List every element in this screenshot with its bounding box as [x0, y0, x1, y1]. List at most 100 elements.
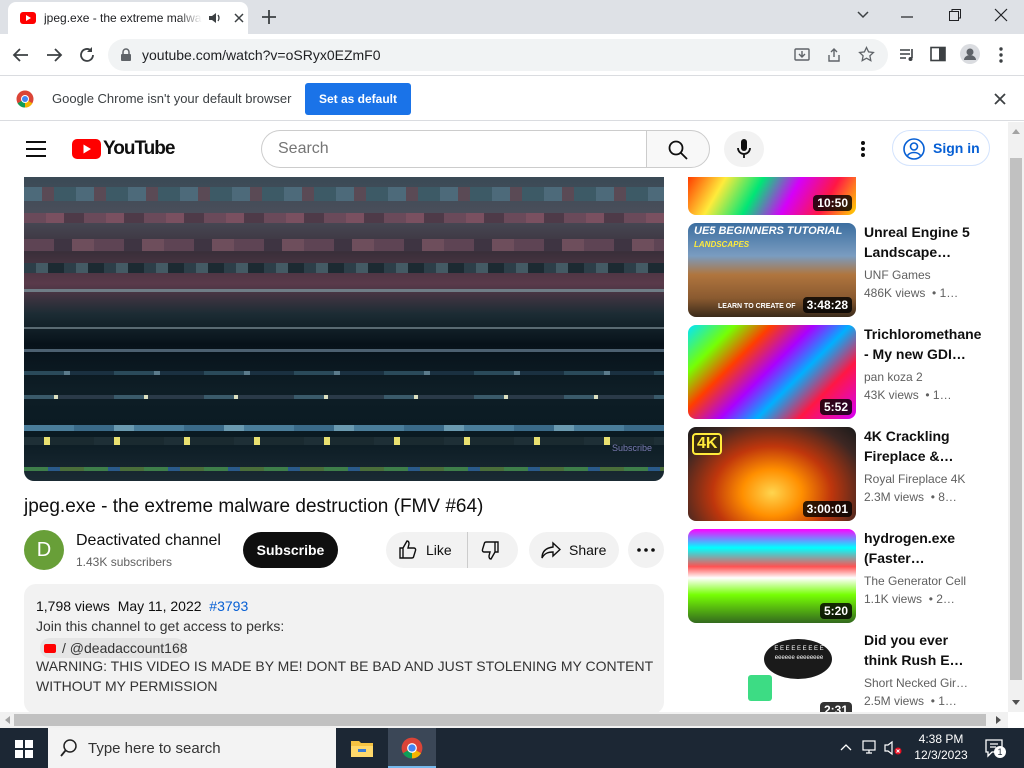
share-arrow-icon: [541, 540, 561, 560]
recommended-channel[interactable]: Royal Fireplace 4K: [864, 472, 965, 486]
channel-avatar[interactable]: D: [24, 530, 64, 570]
sign-in-button[interactable]: Sign in: [892, 130, 990, 166]
voice-search-button[interactable]: [724, 131, 764, 167]
recommended-thumbnail[interactable]: E E E E E E E E E eeeeee eeeeeeee 2:31: [688, 631, 856, 712]
forward-button[interactable]: [45, 46, 63, 64]
recommended-meta: 486K views • 1…: [864, 286, 959, 300]
taskbar-search-box[interactable]: Type here to search: [48, 728, 336, 768]
hamburger-menu-icon[interactable]: [26, 141, 46, 157]
system-clock[interactable]: 4:38 PM 12/3/2023: [906, 731, 976, 763]
recommended-thumbnail[interactable]: 5:52: [688, 325, 856, 419]
recommended-thumbnail[interactable]: 4K 3:00:01: [688, 427, 856, 521]
description-line: WITHOUT MY PERMISSION: [36, 678, 218, 694]
chrome-logo-icon: [16, 90, 34, 108]
video-player[interactable]: Subscribe: [24, 177, 664, 481]
bookmark-star-icon[interactable]: [858, 46, 875, 63]
tab-title: jpeg.exe - the extreme malware destructi…: [44, 11, 202, 25]
taskbar-search-placeholder: Type here to search: [88, 740, 221, 757]
channel-handle-link[interactable]: / @deadaccount168: [62, 640, 188, 656]
youtube-header: YouTube Search Sign in: [0, 122, 1008, 176]
recommended-title[interactable]: Did you ever think Rush E…: [864, 630, 974, 670]
infobar-close-icon[interactable]: [994, 93, 1006, 105]
video-overlay-subscribe: Subscribe: [612, 443, 653, 453]
profile-avatar-icon[interactable]: [960, 44, 980, 64]
minimize-button[interactable]: [900, 10, 914, 24]
address-bar[interactable]: youtube.com/watch?v=oSRyx0EZmF0: [108, 39, 888, 71]
video-duration: 10:50: [813, 195, 852, 211]
video-duration: 5:20: [819, 603, 852, 619]
install-app-icon[interactable]: [794, 47, 810, 63]
subscribe-button[interactable]: Subscribe: [243, 532, 338, 568]
windows-taskbar: Type here to search 4:38 PM 12/3/2023 1: [0, 728, 1024, 768]
notification-badge: 1: [994, 746, 1006, 758]
like-button[interactable]: Like: [386, 532, 468, 568]
windows-start-icon[interactable]: [15, 740, 33, 758]
recommended-channel[interactable]: UNF Games: [864, 268, 931, 282]
volume-muted-icon[interactable]: [884, 740, 902, 756]
browser-title-bar: jpeg.exe - the extreme malware destructi…: [0, 0, 1024, 34]
scroll-left-arrow-icon[interactable]: [4, 716, 10, 724]
recommended-meta: 43K views • 1…: [864, 388, 952, 402]
restore-button[interactable]: [948, 8, 962, 22]
audio-playing-icon[interactable]: [208, 11, 222, 25]
channel-name[interactable]: Deactivated channel: [76, 532, 226, 550]
dislike-button[interactable]: [480, 540, 500, 560]
recommended-channel[interactable]: Short Necked Gir…: [864, 676, 968, 690]
scroll-down-arrow-icon[interactable]: [1012, 700, 1020, 706]
microphone-icon: [737, 139, 751, 159]
horizontal-scroll-thumb[interactable]: [14, 714, 986, 726]
recommended-thumbnail[interactable]: 5:20: [688, 529, 856, 623]
browser-tab[interactable]: jpeg.exe - the extreme malware destructi…: [8, 2, 248, 34]
scroll-up-arrow-icon[interactable]: [1012, 128, 1020, 134]
media-controls-icon[interactable]: [898, 46, 916, 64]
search-icon: [668, 140, 688, 160]
share-icon[interactable]: [826, 47, 842, 63]
tab-close-icon[interactable]: [232, 11, 246, 25]
recommended-title[interactable]: hydrogen.exe (Faster…: [864, 528, 974, 568]
side-panel-icon[interactable]: [930, 46, 946, 62]
notification-center-icon[interactable]: 1: [984, 738, 1006, 758]
youtube-small-icon: [44, 644, 56, 653]
recommended-title[interactable]: Unreal Engine 5 Landscape…: [864, 222, 974, 262]
back-button[interactable]: [12, 46, 30, 64]
scroll-right-arrow-icon[interactable]: [996, 716, 1002, 724]
hashtag-link[interactable]: #3793: [209, 598, 248, 614]
upload-date: May 11, 2022: [117, 598, 202, 614]
recommended-title[interactable]: Trichloromethane - My new GDI…: [864, 324, 981, 364]
search-input[interactable]: Search: [261, 130, 647, 168]
tab-search-chevron-icon[interactable]: [856, 7, 870, 21]
thumbnail-subcaption: LANDSCAPES: [694, 240, 750, 249]
file-explorer-icon[interactable]: [350, 738, 374, 758]
chrome-menu-icon[interactable]: [998, 46, 1004, 64]
channel-handle-chip[interactable]: / @deadaccount168: [40, 638, 188, 658]
recommended-title[interactable]: 4K Crackling Fireplace &…: [864, 426, 974, 466]
video-description[interactable]: 1,798 views May 11, 2022 #3793 Join this…: [24, 584, 664, 714]
youtube-logo-text: YouTube: [103, 138, 175, 159]
youtube-favicon-icon: [20, 12, 36, 24]
search-button[interactable]: [646, 130, 710, 168]
recommended-channel[interactable]: The Generator Cell: [864, 574, 966, 588]
share-button[interactable]: Share: [529, 532, 619, 568]
close-window-button[interactable]: [994, 8, 1008, 22]
reload-button[interactable]: [78, 46, 96, 64]
more-actions-button[interactable]: [628, 532, 664, 568]
sign-in-label: Sign in: [933, 140, 980, 156]
lock-icon[interactable]: [120, 48, 132, 62]
recommended-thumbnail[interactable]: UE5 BEGINNERS TUTORIAL LANDSCAPES LEARN …: [688, 223, 856, 317]
vertical-scroll-thumb[interactable]: [1010, 158, 1022, 680]
tray-chevron-up-icon[interactable]: [840, 743, 852, 751]
network-icon[interactable]: [862, 740, 878, 754]
clock-date: 12/3/2023: [914, 748, 968, 762]
new-tab-button[interactable]: [260, 8, 278, 26]
thumbnail-caption: E E E E E E E E E eeeeee eeeeeeee: [774, 646, 824, 661]
set-as-default-button[interactable]: Set as default: [305, 83, 411, 115]
recommended-meta: 2.5M views • 1…: [864, 694, 957, 708]
youtube-logo[interactable]: YouTube: [72, 138, 175, 160]
browser-toolbar: youtube.com/watch?v=oSRyx0EZmF0: [0, 34, 1024, 76]
url-text[interactable]: youtube.com/watch?v=oSRyx0EZmF0: [142, 47, 381, 63]
recommended-channel[interactable]: pan koza 2: [864, 370, 923, 384]
description-line: WARNING: THIS VIDEO IS MADE BY ME! DONT …: [36, 658, 654, 674]
recommended-thumbnail[interactable]: 10:50: [688, 177, 856, 215]
chrome-taskbar-button[interactable]: [388, 728, 436, 768]
settings-more-icon[interactable]: [860, 140, 866, 158]
